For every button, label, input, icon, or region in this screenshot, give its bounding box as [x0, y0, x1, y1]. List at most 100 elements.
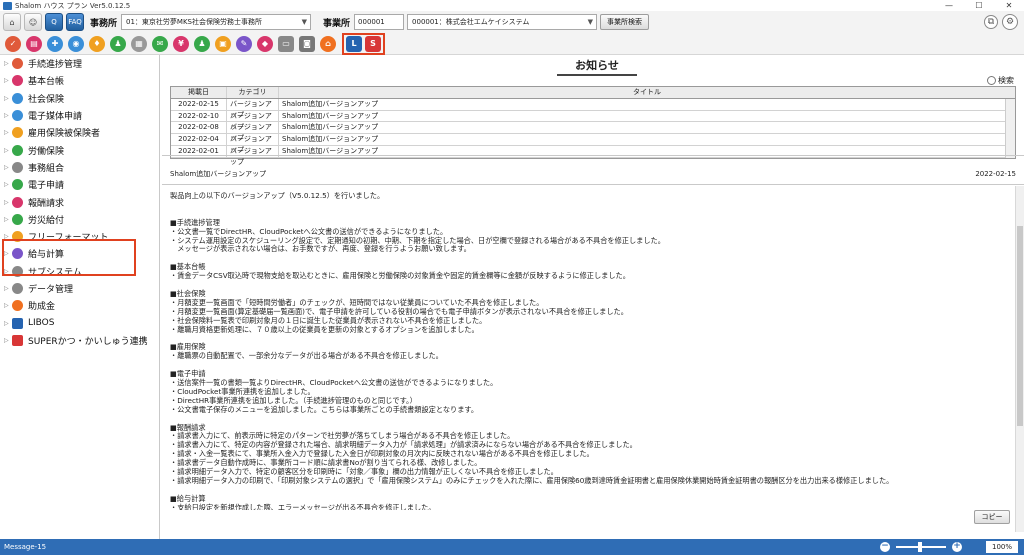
- table-row[interactable]: 2022-02-08 バージョンアップ Shalom追加バージョンアップ: [171, 122, 1015, 142]
- media-icon[interactable]: ◉: [68, 35, 84, 52]
- sidebar-item[interactable]: ▷ データ管理: [0, 280, 159, 297]
- maximize-button[interactable]: ☐: [964, 0, 994, 11]
- labor-icon[interactable]: ♟: [110, 35, 126, 52]
- sidebar-item[interactable]: ▷ 報酬請求: [0, 193, 159, 210]
- sidebar-item-label: 手続進捗管理: [28, 60, 83, 71]
- expand-caret-icon[interactable]: ▷: [4, 60, 12, 67]
- col-date-header[interactable]: 掲載日: [171, 87, 227, 98]
- gear-icon[interactable]: ⚙: [1002, 14, 1018, 30]
- page-title: お知らせ: [557, 58, 637, 76]
- col-category-header[interactable]: カテゴリ: [227, 87, 279, 98]
- table-row[interactable]: 2022-02-10 バージョンアップ Shalom追加バージョンアップ: [171, 110, 1015, 131]
- expand-caret-icon[interactable]: ▷: [4, 95, 12, 102]
- chevron-down-icon: ▼: [587, 18, 594, 26]
- sidebar-item[interactable]: ▷ 手続進捗管理: [0, 55, 159, 72]
- sidebar-item-icon: [12, 110, 23, 122]
- table-cell: Shalom追加バージョンアップ: [282, 123, 379, 132]
- zoom-knob[interactable]: [918, 542, 922, 552]
- sidebar-item[interactable]: ▷ 社会保険: [0, 90, 159, 107]
- sidebar-item[interactable]: ▷ 労働保険: [0, 141, 159, 158]
- person-icon[interactable]: ☺: [24, 13, 42, 31]
- grant-icon[interactable]: ⌂: [320, 35, 336, 52]
- table-scrollbar[interactable]: [1005, 99, 1015, 158]
- sidebar-item[interactable]: ▷ SUPERかつ・かいしゅう連携: [0, 332, 159, 349]
- restore-icon[interactable]: ⧉: [984, 15, 998, 29]
- scroll-thumb[interactable]: [1017, 226, 1023, 426]
- sidebar-item-label: 雇用保険被保険者: [28, 129, 101, 140]
- zoom-out-icon[interactable]: −: [880, 542, 890, 552]
- expand-caret-icon[interactable]: ▷: [4, 337, 12, 344]
- progress-icon[interactable]: ✓: [5, 35, 21, 52]
- sidebar-item-label: 労働保険: [28, 146, 65, 157]
- expand-caret-icon[interactable]: ▷: [4, 320, 12, 327]
- social-insurance-icon[interactable]: ✚: [47, 35, 63, 52]
- search-link[interactable]: 検索: [987, 75, 1014, 86]
- expand-caret-icon[interactable]: ▷: [4, 112, 12, 119]
- sidebar-item[interactable]: ▷ 助成金: [0, 297, 159, 314]
- table-cell: バージョンアップ: [227, 122, 279, 142]
- union-icon[interactable]: ▦: [131, 35, 147, 52]
- sidebar-item[interactable]: ▷ 事務組合: [0, 159, 159, 176]
- sidebar-item[interactable]: ▷ 労災給付: [0, 211, 159, 228]
- sidebar: ▷ 手続進捗管理 ▷ 基本台帳 ▷ 社会保険 ▷ 電子媒体申請 ▷ 雇用保険被保険者 ▷ 労働保険 ▷ 事…: [0, 55, 160, 539]
- home-icon[interactable]: ⌂: [3, 13, 21, 31]
- jigyosho-label: 事業所: [323, 18, 351, 29]
- jimusho-select[interactable]: 01：東京社労夢MKS社会保険労務士事務所 ▼: [121, 14, 312, 30]
- e-apply-icon[interactable]: ✉: [152, 35, 168, 52]
- expand-caret-icon[interactable]: ▷: [4, 216, 12, 223]
- notice-table: 掲載日 カテゴリ タイトル 2022-02-15 バージョンアップ Shalom追加…: [170, 86, 1016, 166]
- payroll-icon[interactable]: ✎: [236, 35, 252, 52]
- zoom-value[interactable]: 100%: [986, 541, 1018, 553]
- status-message: Message-15: [4, 543, 47, 551]
- sidebar-item-label: 事務組合: [28, 163, 65, 174]
- camera-icon[interactable]: ◙: [299, 35, 315, 52]
- faq-button[interactable]: FAQ: [66, 13, 84, 31]
- zoom-in-icon[interactable]: +: [952, 542, 962, 552]
- jigyosho-search-button[interactable]: 事業所検索: [600, 14, 650, 30]
- sidebar-item-icon: [12, 58, 23, 70]
- table-row[interactable]: 2022-02-01 バージョンアップ Shalom追加バージョンアップ: [171, 145, 1015, 166]
- table-cell: Shalom追加バージョンアップ: [282, 99, 379, 108]
- expand-caret-icon[interactable]: ▷: [4, 77, 12, 84]
- jigyosho-select[interactable]: 000001：株式会社エムケイシステム ▼: [407, 14, 598, 30]
- sidebar-item[interactable]: ▷ 基本台帳: [0, 72, 159, 89]
- sidebar-item[interactable]: ▷ LIBOS: [0, 314, 159, 331]
- expand-caret-icon[interactable]: ▷: [4, 302, 12, 309]
- sidebar-item-icon: [12, 92, 23, 104]
- tag-icon[interactable]: ◆: [257, 35, 273, 52]
- minimize-button[interactable]: —: [934, 0, 964, 11]
- expand-caret-icon[interactable]: ▷: [4, 199, 12, 206]
- sidebar-item[interactable]: ▷ 電子申請: [0, 176, 159, 193]
- q-button[interactable]: Q: [45, 13, 63, 31]
- sidebar-item-label: 電子申請: [28, 181, 65, 192]
- jigyosho-code-input[interactable]: 000001: [354, 14, 405, 30]
- table-row[interactable]: 2022-02-04 バージョンアップ Shalom追加バージョンアップ: [171, 134, 1015, 154]
- document-icon[interactable]: ▭: [278, 35, 294, 52]
- sidebar-item[interactable]: ▷ 雇用保険被保険者: [0, 124, 159, 141]
- super-renkei-icon[interactable]: S: [365, 35, 381, 52]
- employment-icon[interactable]: ♦: [89, 35, 105, 52]
- close-button[interactable]: ✕: [994, 0, 1024, 11]
- table-cell: バージョンアップ: [227, 110, 279, 131]
- libos-icon[interactable]: L: [346, 35, 362, 52]
- table-row[interactable]: 2022-02-15 バージョンアップ Shalom追加バージョンアップ: [171, 98, 1015, 119]
- expand-caret-icon[interactable]: ▷: [4, 129, 12, 136]
- expand-caret-icon[interactable]: ▷: [4, 164, 12, 171]
- jimusho-label: 事務所: [90, 18, 118, 29]
- col-title-header[interactable]: タイトル: [279, 87, 1015, 98]
- zoom-slider[interactable]: [896, 542, 946, 552]
- ledger-icon[interactable]: ▤: [26, 35, 42, 52]
- sidebar-item-icon: [12, 75, 23, 87]
- detail-scrollbar[interactable]: [1015, 186, 1024, 532]
- accident-icon[interactable]: ♟: [194, 35, 210, 52]
- free-format-icon[interactable]: ▣: [215, 35, 231, 52]
- billing-icon[interactable]: ¥: [173, 35, 189, 52]
- sidebar-item-label: LIBOS: [28, 318, 55, 329]
- copy-button[interactable]: コピー: [974, 510, 1010, 524]
- expand-caret-icon[interactable]: ▷: [4, 285, 12, 292]
- expand-caret-icon[interactable]: ▷: [4, 147, 12, 154]
- sidebar-item-icon: [12, 127, 23, 139]
- table-cell: バージョンアップ: [227, 98, 279, 119]
- expand-caret-icon[interactable]: ▷: [4, 181, 12, 188]
- sidebar-item[interactable]: ▷ 電子媒体申請: [0, 107, 159, 124]
